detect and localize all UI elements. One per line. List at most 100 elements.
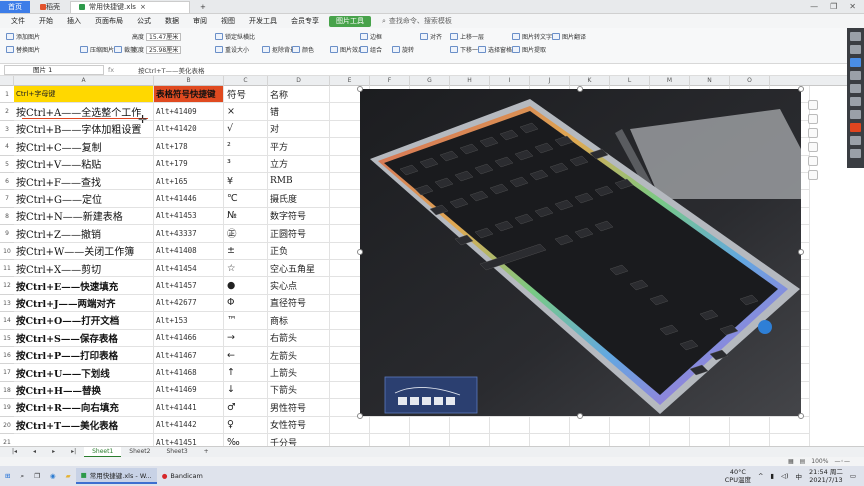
picture-to-text-button[interactable]: 图片转文字 xyxy=(512,32,552,41)
combine-button[interactable]: 组合 xyxy=(360,45,382,54)
table-cell-b[interactable]: Alt+41469 xyxy=(154,381,224,400)
compress-picture-button[interactable]: 压缩图片 xyxy=(80,45,114,54)
column-header[interactable]: G xyxy=(410,76,450,86)
row-header[interactable]: 3 xyxy=(0,121,14,139)
table-cell-c[interactable]: ² xyxy=(224,138,268,156)
taskbar-app-wps[interactable]: ■ 常用快捷键.xls - W... xyxy=(75,468,157,484)
row-header[interactable]: 11 xyxy=(0,260,14,278)
table-cell-a[interactable]: 按Ctrl+U——下划线 xyxy=(14,364,154,382)
height-input[interactable]: 15.47厘米 xyxy=(146,32,182,41)
empty-cell[interactable] xyxy=(530,416,570,434)
tab-home[interactable]: 首页 xyxy=(0,0,30,13)
table-cell-c[interactable]: ↓ xyxy=(224,381,268,400)
table-cell-a[interactable]: 按Ctrl+X——剪切 xyxy=(14,260,154,278)
table-cell-c[interactable]: ← xyxy=(224,347,268,365)
menu-item[interactable]: 开始 xyxy=(32,14,60,28)
picture-effect-button[interactable]: 图片效果 xyxy=(330,45,364,54)
table-cell-a[interactable]: 按Ctrl+W——关闭工作簿 xyxy=(14,242,154,260)
layout-icon[interactable] xyxy=(808,156,818,166)
empty-cell[interactable] xyxy=(730,416,770,434)
tab-picture-tools[interactable]: 图片工具 xyxy=(329,15,371,27)
table-cell-b[interactable]: Alt+41467 xyxy=(154,347,224,365)
table-cell-b[interactable]: Alt+41441 xyxy=(154,399,224,417)
menu-item[interactable]: 插入 xyxy=(60,14,88,28)
empty-cell[interactable] xyxy=(490,416,530,434)
view-normal-icon[interactable]: ▦ xyxy=(788,458,794,465)
table-cell-c[interactable]: ㊣ xyxy=(224,225,268,243)
picture-translate-button[interactable]: 图片翻译 xyxy=(552,32,586,41)
new-tab-button[interactable]: + xyxy=(192,1,214,13)
table-cell-c[interactable]: ● xyxy=(224,277,268,295)
tab-document[interactable]: 常用快捷键.xls × xyxy=(70,0,190,13)
empty-cell[interactable] xyxy=(570,416,610,434)
column-header[interactable]: J xyxy=(530,76,570,86)
table-cell-b[interactable]: Alt+41409 xyxy=(154,103,224,121)
table-cell-b[interactable]: Alt+41468 xyxy=(154,364,224,382)
table-cell-a[interactable]: 按Ctrl+O——打开文档 xyxy=(14,312,154,330)
header-cell-c[interactable]: 符号 xyxy=(224,86,268,104)
empty-cell[interactable] xyxy=(650,416,690,434)
table-cell-a[interactable]: 按Ctrl+G——定位 xyxy=(14,190,154,208)
empty-cell[interactable] xyxy=(770,416,810,434)
resize-handle[interactable] xyxy=(357,86,363,92)
empty-cell[interactable] xyxy=(610,416,650,434)
table-cell-d[interactable]: 右箭头 xyxy=(268,329,330,347)
lock-ratio-checkbox[interactable]: 锁定纵横比 xyxy=(215,32,255,41)
rotate-button[interactable]: 旋转 xyxy=(392,45,414,54)
close-tab-icon[interactable]: × xyxy=(140,3,146,11)
column-header[interactable]: A xyxy=(14,76,154,86)
idea-icon[interactable] xyxy=(808,128,818,138)
eraser-icon[interactable] xyxy=(850,110,861,119)
table-cell-c[interactable]: ± xyxy=(224,242,268,260)
table-cell-d[interactable]: 对 xyxy=(268,120,330,139)
table-cell-c[interactable]: ³ xyxy=(224,155,268,173)
table-cell-b[interactable]: Alt+178 xyxy=(154,138,224,156)
text-icon[interactable] xyxy=(850,97,861,106)
table-cell-c[interactable]: Φ xyxy=(224,294,268,313)
sheet-tab[interactable]: Sheet2 xyxy=(121,447,158,457)
row-header[interactable]: 19 xyxy=(0,399,14,417)
table-cell-c[interactable]: ♂ xyxy=(224,399,268,417)
table-cell-d[interactable]: 空心五角星 xyxy=(268,260,330,278)
table-cell-d[interactable]: 正圆符号 xyxy=(268,225,330,243)
menu-item[interactable]: 会员专享 xyxy=(284,14,326,28)
resize-handle[interactable] xyxy=(357,413,363,419)
table-cell-d[interactable]: 数字符号 xyxy=(268,207,330,226)
row-header[interactable]: 12 xyxy=(0,277,14,295)
table-cell-a[interactable]: 按Ctrl+Z——撤销 xyxy=(14,225,154,243)
table-cell-c[interactable]: ™ xyxy=(224,312,268,330)
table-cell-c[interactable]: → xyxy=(224,329,268,347)
add-picture-button[interactable]: 添加图片 xyxy=(6,32,40,41)
row-header[interactable]: 17 xyxy=(0,364,14,382)
tray-chevron-icon[interactable]: ^ xyxy=(758,472,763,480)
resize-handle[interactable] xyxy=(798,249,804,255)
row-header[interactable]: 1 xyxy=(0,86,14,104)
more-icon[interactable] xyxy=(808,170,818,180)
table-cell-d[interactable]: 立方 xyxy=(268,155,330,173)
fx-icon[interactable]: fx xyxy=(108,66,114,74)
table-cell-b[interactable]: Alt+43337 xyxy=(154,225,224,243)
zoom-icon[interactable] xyxy=(808,100,818,110)
table-cell-d[interactable]: 错 xyxy=(268,103,330,121)
marker-icon[interactable] xyxy=(850,58,861,67)
table-cell-d[interactable]: 平方 xyxy=(268,138,330,156)
sheet-tab[interactable]: Sheet3 xyxy=(158,447,195,457)
header-cell-b[interactable]: 表格符号快捷键 xyxy=(154,86,224,104)
column-header[interactable]: E xyxy=(330,76,370,86)
row-header[interactable]: 9 xyxy=(0,225,14,243)
browser-button[interactable]: ◉ xyxy=(45,468,61,484)
menu-item[interactable]: 数据 xyxy=(158,14,186,28)
close-window-icon[interactable]: ✕ xyxy=(849,2,856,11)
table-cell-d[interactable]: 左箭头 xyxy=(268,347,330,365)
command-search[interactable]: ⌕ 查找命令、搜索模板 xyxy=(382,16,452,26)
undo-icon[interactable] xyxy=(850,136,861,145)
empty-cell[interactable] xyxy=(690,416,730,434)
prev-sheet-icon[interactable]: ◂ xyxy=(25,447,44,457)
column-header[interactable]: F xyxy=(370,76,410,86)
table-cell-a[interactable]: 按Ctrl+F——查找 xyxy=(14,173,154,191)
table-cell-a[interactable]: 按Ctrl+P——打印表格 xyxy=(14,347,154,365)
row-header[interactable]: 6 xyxy=(0,173,14,191)
menu-item[interactable]: 视图 xyxy=(214,14,242,28)
row-header[interactable]: 4 xyxy=(0,138,14,156)
row-header[interactable]: 16 xyxy=(0,347,14,365)
